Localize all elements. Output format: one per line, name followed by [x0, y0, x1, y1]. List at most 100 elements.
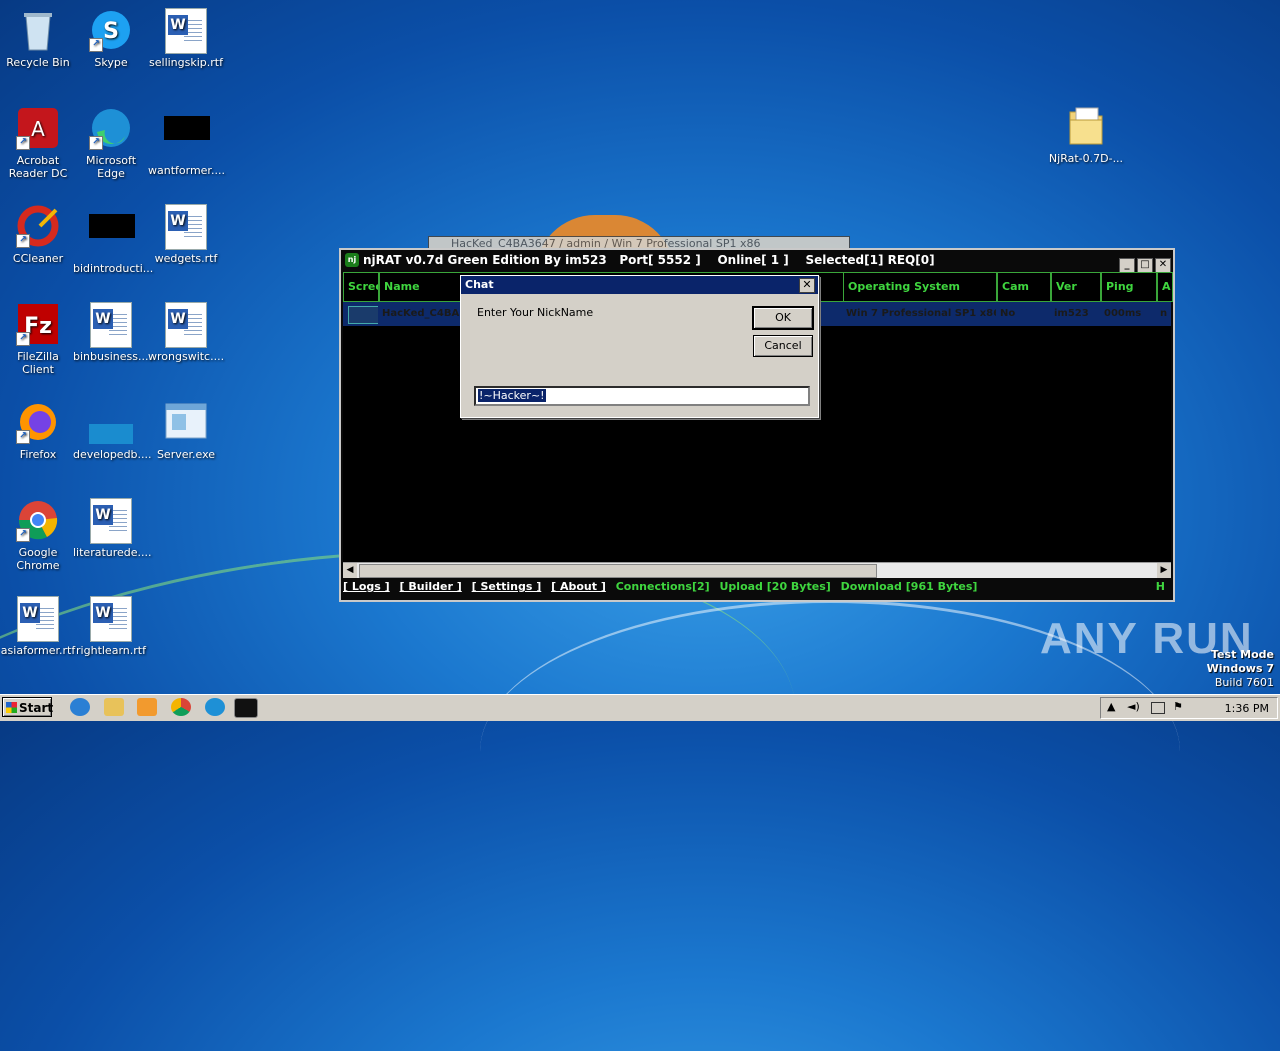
column-header-os[interactable]: Operating System — [843, 272, 997, 302]
scrollbar-thumb[interactable] — [359, 564, 877, 578]
desktop-icon-skype[interactable]: S ↗ Skype — [73, 8, 149, 69]
build-line: Build 7601 — [1214, 676, 1274, 689]
windows-version-line: Windows 7 — [1206, 662, 1274, 675]
close-icon[interactable]: ✕ — [799, 278, 815, 293]
minimize-button[interactable]: _ — [1119, 258, 1135, 273]
desktop-icon-developedb[interactable]: developedb.... — [73, 400, 152, 461]
icon-label: asiaformer.rtf — [0, 644, 76, 657]
client-name: HacKed_C4BA3 — [382, 308, 462, 319]
column-header-cam[interactable]: Cam — [997, 272, 1051, 302]
client-cam: No — [1000, 308, 1016, 319]
chrome-taskbar-icon[interactable] — [171, 698, 191, 716]
icon-label: binbusiness.... — [73, 350, 152, 363]
desktop-icon-server-exe[interactable]: Server.exe — [148, 400, 224, 461]
word-doc-icon: W — [164, 204, 208, 250]
word-doc-icon: W — [89, 498, 133, 544]
client-ver: im523 — [1054, 308, 1089, 319]
dialog-title: Chat — [465, 278, 494, 291]
acrobat-icon: A ↗ — [16, 106, 60, 150]
icon-label: Skype — [94, 56, 128, 69]
icon-label: developedb.... — [73, 448, 152, 461]
column-header-a[interactable]: A — [1157, 272, 1173, 302]
skype-icon: S ↗ — [89, 8, 133, 52]
nickname-prompt: Enter Your NickName — [477, 306, 594, 319]
edge-taskbar-icon[interactable] — [205, 698, 225, 716]
icon-label: Acrobat Reader DC — [8, 154, 68, 180]
word-doc-icon: W — [89, 302, 133, 348]
desktop-icon-edge[interactable]: ↗ Microsoft Edge — [73, 106, 149, 180]
action-center-flag-icon[interactable]: ⚑ — [1173, 700, 1183, 713]
chat-dialog[interactable]: Chat ✕ Enter Your NickName OK Cancel !~H… — [460, 275, 819, 418]
icon-label: wrongswitc.... — [148, 350, 225, 363]
desktop-icon-ccleaner[interactable]: ↗ CCleaner — [0, 204, 76, 265]
horizontal-scrollbar[interactable]: ◀ ▶ — [343, 562, 1171, 578]
nickname-input-selection: !~Hacker~! — [478, 389, 546, 402]
desktop-icon-rightlearn[interactable]: W rightlearn.rtf — [73, 596, 149, 657]
close-button[interactable]: ✕ — [1155, 258, 1171, 273]
desktop-icon-chrome[interactable]: ↗ Google Chrome — [0, 498, 76, 572]
column-header-ping[interactable]: Ping — [1101, 272, 1157, 302]
desktop-icon-recycle-bin[interactable]: Recycle Bin — [0, 8, 76, 69]
desktop-icon-literaturede[interactable]: W literaturede.... — [73, 498, 152, 559]
screen-thumbnail — [345, 302, 378, 326]
svg-text:S: S — [103, 19, 119, 44]
scroll-right-button[interactable]: ▶ — [1157, 563, 1171, 578]
test-mode-label: Test Mode Windows 7 Build 7601 — [1207, 648, 1274, 690]
media-player-icon[interactable] — [137, 698, 157, 716]
client-os: Win 7 Professional SP1 x86 — [846, 308, 996, 319]
cancel-button[interactable]: Cancel — [753, 335, 813, 357]
footer-h: H — [1155, 580, 1165, 593]
desktop-icon-filezilla[interactable]: Fz ↗ FileZilla Client — [0, 302, 76, 376]
connections-count: Connections[2] — [615, 580, 710, 593]
njrat-logo-icon: nj — [345, 253, 359, 267]
scroll-left-button[interactable]: ◀ — [343, 563, 357, 578]
svg-text:A: A — [31, 117, 45, 141]
download-stat: Download [961 Bytes] — [840, 580, 978, 593]
firefox-icon: ↗ — [16, 400, 60, 444]
desktop-icon-njrat-folder[interactable]: NjRat-0.7D-... — [1048, 104, 1124, 165]
ie-icon[interactable] — [70, 698, 90, 716]
start-button[interactable]: Start — [2, 697, 53, 717]
icon-label: Recycle Bin — [6, 56, 70, 69]
word-doc-icon: W — [164, 302, 208, 348]
ccleaner-icon: ↗ — [16, 204, 60, 248]
icon-label: Google Chrome — [16, 546, 60, 572]
desktop-icon-sellingskip[interactable]: W sellingskip.rtf — [148, 8, 224, 69]
logs-link[interactable]: [ Logs ] — [343, 580, 390, 593]
desktop-icon-acrobat[interactable]: A ↗ Acrobat Reader DC — [0, 106, 76, 180]
dialog-titlebar[interactable]: Chat ✕ — [461, 276, 818, 294]
network-icon[interactable] — [1151, 702, 1165, 714]
show-hidden-icons-icon[interactable]: ▲ — [1107, 700, 1115, 713]
word-doc-icon: W — [164, 8, 208, 54]
desktop-icon-wantformer[interactable]: wantformer.... — [148, 106, 225, 177]
desktop-icon-asiaformer[interactable]: W asiaformer.rtf — [0, 596, 76, 657]
maximize-button[interactable]: □ — [1137, 258, 1153, 273]
desktop-icon-wrongswitc[interactable]: W wrongswitc.... — [148, 302, 224, 363]
desktop-icon-wedgets[interactable]: W wedgets.rtf — [148, 204, 224, 265]
about-link[interactable]: [ About ] — [551, 580, 606, 593]
online-status: Online[ 1 ] — [717, 253, 789, 267]
windows-flag-icon — [6, 702, 17, 713]
black-file-icon — [89, 214, 135, 258]
file-icon — [89, 400, 133, 444]
column-header-screen[interactable]: Screen — [343, 272, 379, 302]
desktop-icon-binbusiness[interactable]: W binbusiness.... — [73, 302, 152, 363]
icon-label: literaturede.... — [73, 546, 152, 559]
desktop-icon-bidintroducti[interactable]: bidintroducti... — [73, 204, 153, 275]
ok-button[interactable]: OK — [753, 307, 813, 329]
word-doc-icon: W — [16, 596, 60, 642]
desktop-icon-firefox[interactable]: ↗ Firefox — [0, 400, 76, 461]
volume-icon[interactable]: ◄) — [1127, 700, 1140, 713]
window-titlebar[interactable]: nj njRAT v0.7d Green Edition By im523 Po… — [341, 250, 1173, 273]
njrat-taskbar-icon[interactable] — [234, 698, 258, 718]
column-header-ver[interactable]: Ver — [1051, 272, 1101, 302]
builder-link[interactable]: [ Builder ] — [400, 580, 462, 593]
explorer-icon[interactable] — [104, 698, 124, 716]
clock[interactable]: 1:36 PM — [1225, 702, 1269, 715]
settings-link[interactable]: [ Settings ] — [472, 580, 542, 593]
icon-label: FileZilla Client — [17, 350, 59, 376]
status-footer: [ Logs ] [ Builder ] [ Settings ] [ Abou… — [343, 578, 1171, 596]
system-tray: ▲ ◄) ⚑ 1:36 PM — [1100, 697, 1278, 719]
taskbar: Start ▲ ◄) ⚑ 1:36 PM — [0, 694, 1280, 721]
word-doc-icon: W — [89, 596, 133, 642]
